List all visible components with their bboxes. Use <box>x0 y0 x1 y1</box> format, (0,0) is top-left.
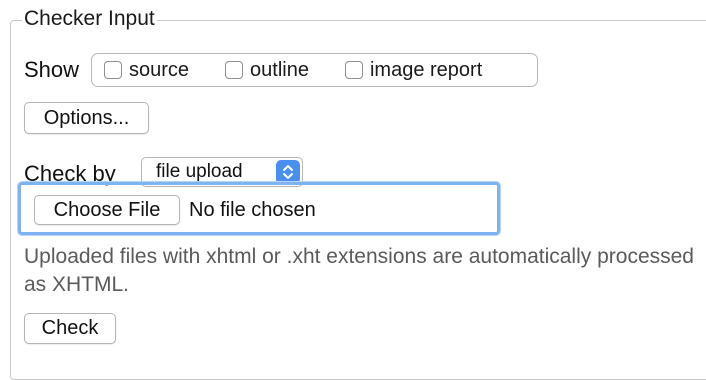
show-image-report-option[interactable]: image report <box>344 58 483 82</box>
show-source-option[interactable]: source <box>104 59 189 82</box>
options-button[interactable]: Options... <box>24 102 149 134</box>
check-by-selected-value: file upload <box>156 161 243 182</box>
source-checkbox-label: source <box>129 58 190 81</box>
outline-checkbox[interactable] <box>225 61 244 79</box>
image-report-checkbox[interactable] <box>344 61 363 79</box>
show-label: Show <box>24 57 80 82</box>
show-options-group: source outline image report <box>91 53 538 87</box>
outline-checkbox-label: outline <box>250 58 309 81</box>
source-checkbox[interactable] <box>104 61 122 79</box>
upload-help-text: Uploaded files with xhtml or .xht extens… <box>24 245 694 296</box>
image-report-checkbox-label: image report <box>369 58 483 81</box>
file-status-text: No file chosen <box>189 199 316 221</box>
check-button[interactable]: Check <box>24 313 116 344</box>
select-stepper-icon <box>276 160 300 184</box>
choose-file-button[interactable]: Choose File <box>34 195 180 225</box>
fieldset-legend: Checker Input <box>22 6 157 32</box>
show-outline-option[interactable]: outline <box>225 59 309 82</box>
